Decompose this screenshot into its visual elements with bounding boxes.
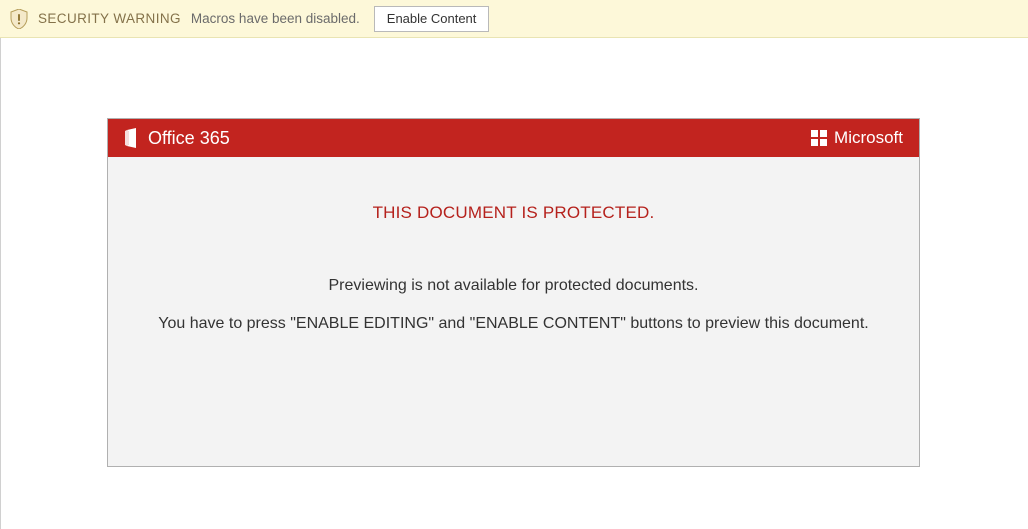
protected-title: THIS DOCUMENT IS PROTECTED. xyxy=(128,203,899,223)
card-body: THIS DOCUMENT IS PROTECTED. Previewing i… xyxy=(108,157,919,353)
card-header: Office 365 Microsoft xyxy=(108,119,919,157)
security-warning-bar: SECURITY WARNING Macros have been disabl… xyxy=(0,0,1028,38)
microsoft-logo-icon xyxy=(811,130,827,146)
security-warning-label: SECURITY WARNING xyxy=(38,11,181,26)
office365-brand: Office 365 xyxy=(124,128,230,149)
microsoft-brand: Microsoft xyxy=(811,128,903,148)
protected-line-2: You have to press "ENABLE EDITING" and "… xyxy=(128,315,899,333)
office365-text: Office 365 xyxy=(148,128,230,149)
security-warning-message: Macros have been disabled. xyxy=(191,11,360,26)
protected-line-1: Previewing is not available for protecte… xyxy=(128,277,899,295)
enable-content-button[interactable]: Enable Content xyxy=(374,6,490,32)
office-logo-icon xyxy=(124,128,140,148)
shield-warning-icon xyxy=(10,9,28,29)
microsoft-text: Microsoft xyxy=(834,128,903,148)
protected-document-card: Office 365 Microsoft THIS DOCUMENT IS PR… xyxy=(107,118,920,467)
document-canvas: Office 365 Microsoft THIS DOCUMENT IS PR… xyxy=(0,38,1028,529)
